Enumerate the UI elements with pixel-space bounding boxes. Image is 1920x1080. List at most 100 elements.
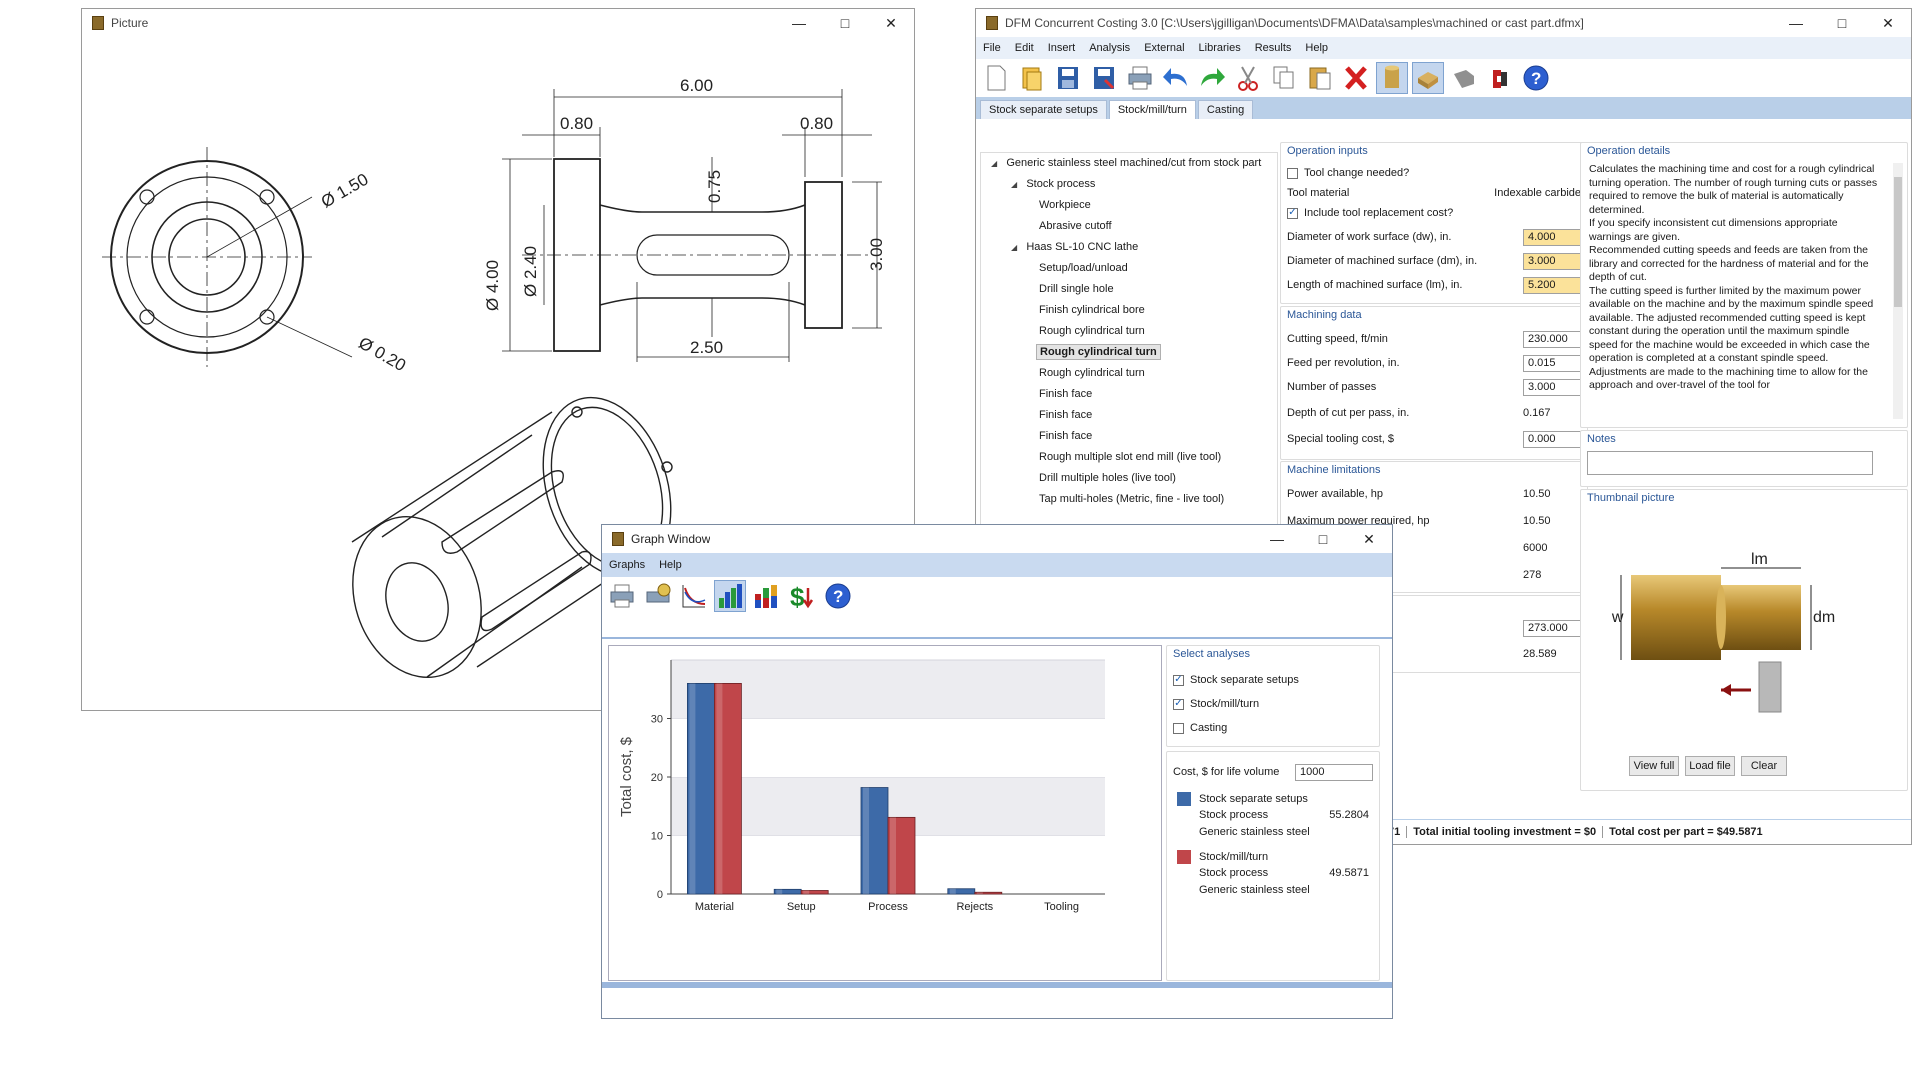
curve-graph-icon[interactable] [678, 580, 710, 612]
notes-input[interactable] [1587, 451, 1873, 475]
analysis-label: Stock/mill/turn [1190, 698, 1260, 710]
menu-graphs[interactable]: Graphs [602, 559, 652, 571]
life-volume-input[interactable]: 1000 [1295, 763, 1373, 781]
include-tool-checkbox[interactable]: ✓ [1287, 207, 1298, 219]
new-file-icon[interactable] [980, 62, 1012, 94]
tree-item[interactable]: Setup/load/unload [1039, 262, 1128, 274]
delete-icon[interactable] [1340, 62, 1372, 94]
dollar-icon[interactable]: $ [786, 580, 818, 612]
minimize-icon[interactable]: — [1254, 525, 1300, 553]
menu-analysis[interactable]: Analysis [1082, 42, 1137, 54]
tree-item[interactable]: Finish cylindrical bore [1039, 304, 1145, 316]
clear-button[interactable]: Clear [1741, 756, 1787, 776]
sheet-icon[interactable] [1448, 62, 1480, 94]
analysis-checkbox[interactable] [1173, 722, 1184, 734]
tree-item[interactable]: Workpiece [1039, 199, 1091, 211]
tree-item[interactable]: Finish face [1039, 388, 1092, 400]
special-tooling-input[interactable]: 0.000 [1523, 430, 1581, 448]
status-total-cost: Total cost per part = $49.5871 [1609, 826, 1763, 838]
tree-item[interactable]: Rough multiple slot end mill (live tool) [1039, 451, 1221, 463]
analysis-row[interactable]: ✓ Stock/mill/turn [1173, 694, 1373, 714]
tree-group-stock-process[interactable]: ◢ Stock process [1011, 178, 1095, 190]
analysis-checkbox[interactable]: ✓ [1173, 698, 1184, 710]
include-tool-row[interactable]: ✓ Include tool replacement cost? [1287, 203, 1581, 223]
tree-item-selected[interactable]: Rough cylindrical turn [1036, 344, 1161, 360]
menu-external[interactable]: External [1137, 42, 1191, 54]
tree-item[interactable]: Rough cylindrical turn [1039, 367, 1145, 379]
graph-titlebar[interactable]: Graph Window — □ ✕ [602, 525, 1392, 553]
speed-input[interactable]: 230.000 [1523, 330, 1581, 348]
bar-highlight [689, 683, 696, 894]
block-icon[interactable] [1412, 62, 1444, 94]
menu-help[interactable]: Help [652, 559, 689, 571]
menu-results[interactable]: Results [1248, 42, 1299, 54]
tree-item[interactable]: Rough cylindrical turn [1039, 325, 1145, 337]
paste-icon[interactable] [1304, 62, 1336, 94]
magnet-icon[interactable] [1484, 62, 1516, 94]
load-file-button[interactable]: Load file [1685, 756, 1735, 776]
close-icon[interactable]: ✕ [1865, 9, 1911, 37]
tree-item[interactable]: Drill single hole [1039, 283, 1114, 295]
maximize-icon[interactable]: □ [1819, 9, 1865, 37]
close-icon[interactable]: ✕ [1346, 525, 1392, 553]
cylinder-icon[interactable] [1376, 62, 1408, 94]
tree-item[interactable]: Finish face [1039, 409, 1092, 421]
undo-icon[interactable] [1160, 62, 1192, 94]
include-tool-label: Include tool replacement cost? [1304, 207, 1454, 219]
menu-insert[interactable]: Insert [1041, 42, 1083, 54]
save-as-icon[interactable] [1088, 62, 1120, 94]
copy-icon[interactable] [1268, 62, 1300, 94]
print-icon[interactable] [1124, 62, 1156, 94]
view-full-button[interactable]: View full [1629, 756, 1679, 776]
tab-casting[interactable]: Casting [1197, 100, 1254, 119]
redo-icon[interactable] [1196, 62, 1228, 94]
maximize-icon[interactable]: □ [822, 9, 868, 37]
life-volume-label: Cost, $ for life volume [1173, 766, 1280, 778]
cut-icon[interactable] [1232, 62, 1264, 94]
dw-input[interactable]: 4.000 [1523, 228, 1581, 246]
open-folder-icon[interactable] [1016, 62, 1048, 94]
tool-material-value[interactable]: Indexable carbide [1494, 187, 1581, 199]
dw-label-thumb: dw [1611, 609, 1624, 626]
details-scrollbar[interactable] [1893, 163, 1903, 419]
stacked-bar-icon[interactable] [750, 580, 782, 612]
analysis-checkbox[interactable]: ✓ [1173, 674, 1184, 686]
main-titlebar[interactable]: DFM Concurrent Costing 3.0 [C:\Users\jgi… [976, 9, 1911, 37]
tree-item[interactable]: Abrasive cutoff [1039, 220, 1112, 232]
feed-input[interactable]: 0.015 [1523, 354, 1581, 372]
tree-root[interactable]: ◢ Generic stainless steel machined/cut f… [991, 157, 1261, 169]
tool-change-row[interactable]: Tool change needed? [1287, 163, 1581, 183]
lm-input[interactable]: 5.200 [1523, 276, 1581, 294]
menu-libraries[interactable]: Libraries [1192, 42, 1248, 54]
dm-input[interactable]: 3.000 [1523, 252, 1581, 270]
tree-group-lathe[interactable]: ◢ Haas SL-10 CNC lathe [1011, 241, 1138, 253]
close-icon[interactable]: ✕ [868, 9, 914, 37]
analysis-row[interactable]: Casting [1173, 718, 1373, 738]
picture-titlebar[interactable]: Picture — □ ✕ [82, 9, 914, 37]
passes-input[interactable]: 3.000 [1523, 378, 1581, 396]
help-icon[interactable]: ? [1520, 62, 1552, 94]
tree-item[interactable]: Finish face [1039, 430, 1092, 442]
tree-item[interactable]: Drill multiple holes (live tool) [1039, 472, 1176, 484]
menu-file[interactable]: File [976, 42, 1008, 54]
save-icon[interactable] [1052, 62, 1084, 94]
minimize-icon[interactable]: — [776, 9, 822, 37]
tab-stock-separate-setups[interactable]: Stock separate setups [980, 100, 1107, 119]
menu-help[interactable]: Help [1298, 42, 1335, 54]
analysis-row[interactable]: ✓ Stock separate setups [1173, 670, 1373, 690]
tab-stock-mill-turn[interactable]: Stock/mill/turn [1108, 100, 1196, 119]
tool-material-label: Tool material [1287, 187, 1350, 199]
dim-outer-diameter: Ø 4.00 [483, 260, 502, 311]
y-tick-label: 30 [651, 714, 663, 726]
menu-edit[interactable]: Edit [1008, 42, 1041, 54]
help-icon[interactable]: ? [822, 580, 854, 612]
maximize-icon[interactable]: □ [1300, 525, 1346, 553]
tool-change-checkbox[interactable] [1287, 167, 1298, 179]
tree-item[interactable]: Tap multi-holes (Metric, fine - live too… [1039, 493, 1224, 505]
print-icon[interactable] [606, 580, 638, 612]
minimize-icon[interactable]: — [1773, 9, 1819, 37]
print-preview-icon[interactable] [642, 580, 674, 612]
result-value-1[interactable]: 273.000 [1523, 619, 1581, 637]
power-label: Power available, hp [1287, 488, 1384, 500]
bar-graph-icon[interactable] [714, 580, 746, 612]
